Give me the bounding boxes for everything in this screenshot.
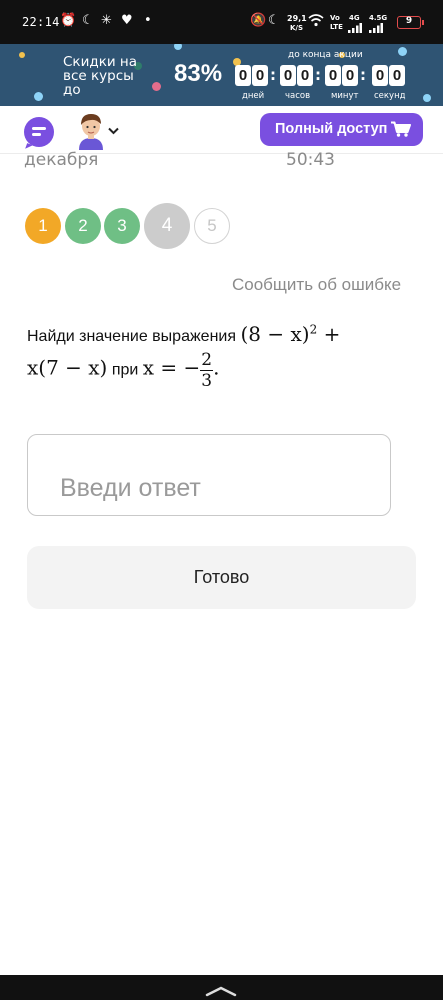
promo-banner[interactable]: Скидки на все курсы до 83% до конца акци… [0, 44, 443, 106]
step-5[interactable]: 5 [194, 208, 230, 244]
countdown-colon: : [315, 66, 321, 84]
full-access-button[interactable]: Полный доступ [260, 113, 423, 146]
net-type-1-top: Vo [330, 14, 340, 22]
moon-icon: ☾ [82, 13, 94, 28]
decor-dot [398, 47, 407, 56]
heart-icon: ♥ [121, 13, 133, 28]
mute-bell-icon: 🔕 [250, 13, 267, 28]
countdown-digit: 0 [252, 65, 268, 86]
promo-percent: 83% [174, 60, 223, 87]
cart-icon [391, 121, 411, 137]
countdown-unit-seconds: секунд [374, 91, 406, 101]
countdown-digit: 0 [389, 65, 405, 86]
decor-dot [423, 94, 431, 102]
countdown-digit: 0 [235, 65, 251, 86]
answer-input[interactable] [27, 434, 391, 516]
scrolled-date-text: декабря [24, 150, 99, 170]
alarm-clock-icon: ⏰ [60, 13, 77, 28]
chat-icon[interactable] [24, 117, 54, 147]
sparkle-icon: ✳ [101, 13, 112, 28]
step-1[interactable]: 1 [25, 208, 61, 244]
step-3[interactable]: 3 [104, 208, 140, 244]
net-speed-unit: K/S [290, 24, 304, 32]
status-time: 22:14 [22, 15, 60, 29]
countdown-digit: 0 [342, 65, 358, 86]
countdown-colon: : [270, 66, 276, 84]
moon-icon: ☾ [268, 13, 280, 28]
countdown-unit-minutes: минут [331, 91, 359, 101]
task-condition: x = − [142, 355, 201, 380]
step-2[interactable]: 2 [65, 208, 101, 244]
countdown-unit-days: дней [242, 91, 265, 101]
countdown-digit: 0 [372, 65, 388, 86]
task-expression-continued: x(7 − x) [27, 355, 108, 380]
net-type-2: 4G [349, 14, 360, 22]
task-fraction: 23 [200, 350, 214, 391]
decor-dot [19, 52, 25, 58]
decor-dot [34, 92, 43, 101]
battery-level: 9 [405, 16, 413, 26]
app-header: Полный доступ [0, 106, 443, 154]
task-when: при [111, 361, 139, 379]
avatar[interactable] [76, 112, 106, 150]
decor-dot [152, 82, 161, 91]
battery-icon: 9 [397, 16, 424, 29]
countdown-colon: : [360, 66, 366, 84]
chevron-down-icon[interactable] [108, 124, 119, 138]
system-nav-bar [0, 975, 443, 1000]
countdown-digit: 0 [325, 65, 341, 86]
scrolled-timer-text: 50:43 [286, 150, 335, 170]
promo-text: Скидки на все курсы до [63, 54, 138, 98]
full-access-label: Полный доступ [275, 121, 388, 137]
status-bar: 22:14 ⏰ ☾ ✳ ♥ • 🔕 ☾ 29,1 K/S Vo LTE 4G 4… [0, 0, 443, 44]
signal-icon [369, 22, 383, 38]
done-button[interactable]: Готово [27, 546, 416, 609]
countdown-unit-hours: часов [285, 91, 311, 101]
countdown-digit: 0 [280, 65, 296, 86]
wifi-icon [308, 13, 324, 32]
dot-icon: • [144, 13, 152, 28]
step-4[interactable]: 4 [144, 203, 190, 249]
report-error-link[interactable]: Сообщить об ошибке [232, 275, 401, 295]
task-expression: (8 − x)2 + [240, 322, 341, 346]
task-period: . [213, 355, 220, 380]
decor-dot [174, 44, 182, 50]
task-prefix: Найди значение выражения [27, 328, 237, 345]
net-type-3: 4.5G [369, 14, 388, 22]
net-type-1-bottom: LTE [330, 23, 343, 31]
countdown-digit: 0 [297, 65, 313, 86]
net-speed-value: 29,1 [287, 14, 307, 23]
nav-handle-icon[interactable] [205, 982, 237, 997]
signal-icon [348, 22, 362, 38]
promo-until-label: до конца акции [288, 50, 363, 60]
